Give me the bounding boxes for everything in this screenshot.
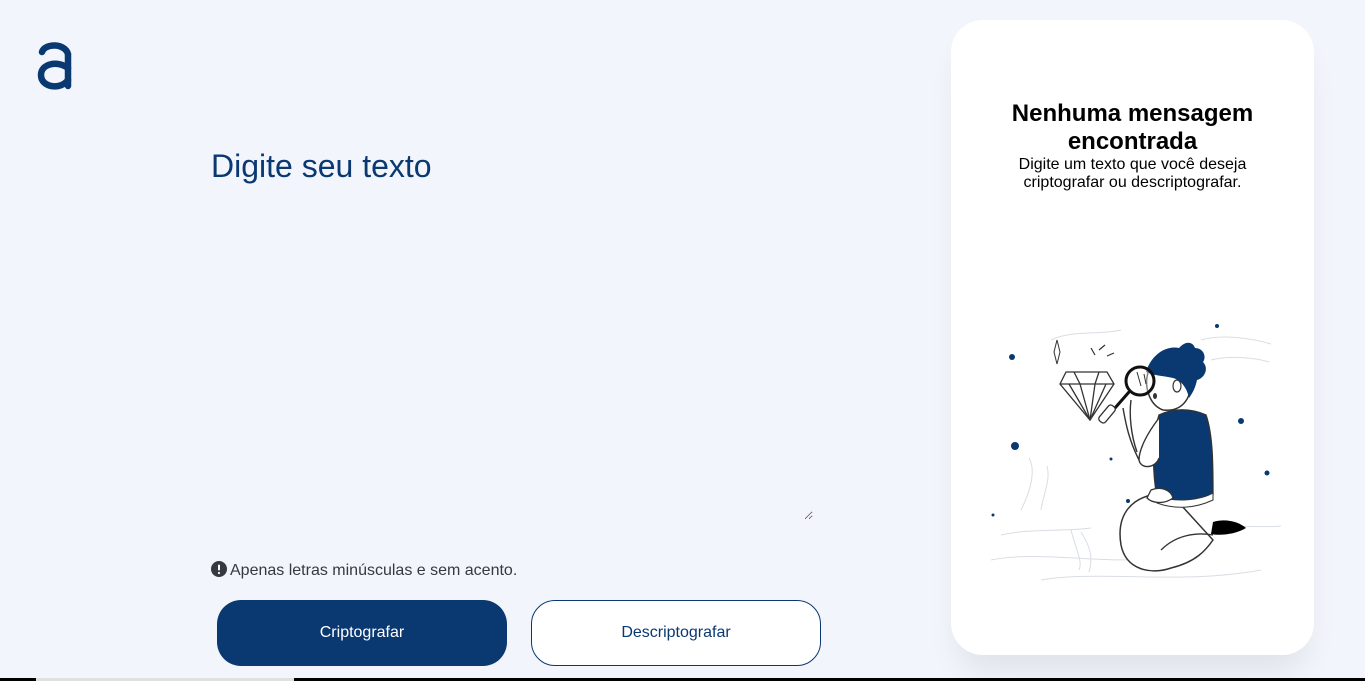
page: Apenas letras minúsculas e sem acento. C…	[0, 0, 1365, 681]
alura-logo-icon	[37, 42, 72, 90]
output-subtitle: Digite um texto que você deseja criptogr…	[1018, 156, 1247, 191]
hint-text: Apenas letras minúsculas e sem acento.	[230, 562, 518, 579]
decrypt-button[interactable]: Descriptografar	[531, 600, 821, 666]
encrypt-button[interactable]: Criptografar	[217, 600, 507, 666]
output-title: Nenhuma mensagem encontrada	[1011, 100, 1254, 155]
output-card: Nenhuma mensagem encontrada Digite um te…	[951, 20, 1314, 655]
input-hint: Apenas letras minúsculas e sem acento.	[211, 561, 518, 580]
person-with-magnifying-glass-illustration	[990, 324, 1282, 581]
text-input[interactable]	[211, 140, 813, 520]
exclamation-circle-icon	[211, 561, 227, 577]
